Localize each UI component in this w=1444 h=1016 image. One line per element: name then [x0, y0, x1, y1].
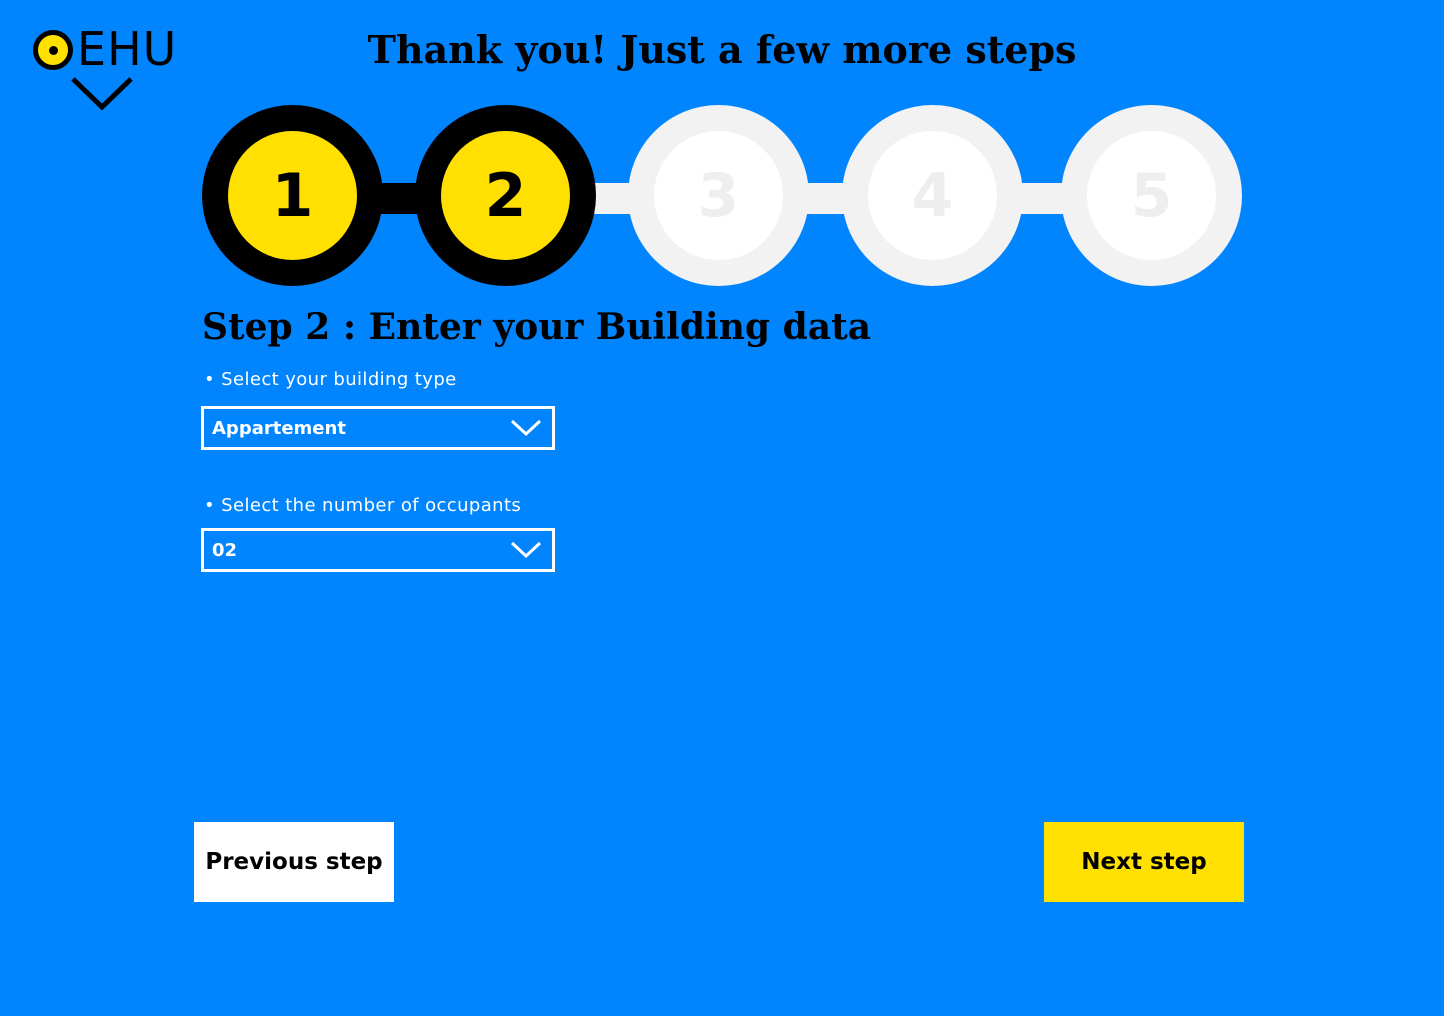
occupants-label: • Select the number of occupants: [204, 495, 522, 516]
previous-step-button[interactable]: Previous step: [194, 822, 394, 902]
chevron-down-icon: [510, 541, 542, 559]
step-number: 5: [1087, 131, 1216, 260]
step-number: 1: [228, 131, 357, 260]
step-1[interactable]: 1: [202, 105, 383, 286]
next-step-button[interactable]: Next step: [1044, 822, 1244, 902]
step-number: 3: [654, 131, 783, 260]
building-type-label: • Select your building type: [204, 369, 457, 390]
progress-stepper: 1 2 3 4 5: [0, 0, 1444, 300]
chevron-down-icon: [510, 419, 542, 437]
section-title: Step 2 : Enter your Building data: [202, 306, 872, 348]
step-4[interactable]: 4: [842, 105, 1023, 286]
step-3[interactable]: 3: [628, 105, 809, 286]
step-number: 4: [868, 131, 997, 260]
building-type-value: Appartement: [212, 417, 346, 439]
building-type-select[interactable]: Appartement: [201, 406, 555, 450]
occupants-value: 02: [212, 539, 238, 561]
step-2[interactable]: 2: [415, 105, 596, 286]
occupants-select[interactable]: 02: [201, 528, 555, 572]
step-number: 2: [441, 131, 570, 260]
step-5[interactable]: 5: [1061, 105, 1242, 286]
